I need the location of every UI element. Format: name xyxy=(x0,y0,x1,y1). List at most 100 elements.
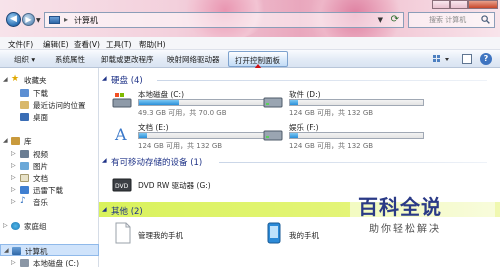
system-properties-button[interactable]: 系统属性 xyxy=(55,54,85,65)
hard-disk-icon xyxy=(263,97,283,108)
nav-favorites[interactable]: ◢ ★ 收藏夹 xyxy=(0,74,99,86)
search-icon[interactable] xyxy=(481,15,490,24)
menu-file[interactable]: 文件(F) xyxy=(8,39,33,50)
nav-libraries-label: 库 xyxy=(24,137,32,146)
menu-tools[interactable]: 工具(T) xyxy=(106,39,131,50)
font-drive-icon: A xyxy=(114,125,127,143)
search-input[interactable]: 搜索 计算机 xyxy=(408,12,495,28)
chevron-down-icon[interactable]: ▼ xyxy=(378,16,383,24)
change-view-icon[interactable] xyxy=(432,53,452,65)
dvd-drive-icon: DVD xyxy=(112,178,132,192)
drive-free-space: 124 GB 可用，共 132 GB xyxy=(289,142,374,150)
manage-phone-item[interactable]: 管理我的手机 xyxy=(112,222,262,246)
expand-icon[interactable]: ▷ xyxy=(11,259,16,266)
desktop-icon xyxy=(20,113,29,121)
drive-e[interactable]: A 文档 (E:) 124 GB 可用，共 132 GB xyxy=(112,122,282,152)
computer-icon xyxy=(12,247,21,255)
navigation-pane: ◢ ★ 收藏夹 下载 最近访问的位置 桌面 ◢ 库 ▷ 视频 ▷ 图片 ▷ 文档… xyxy=(0,68,99,267)
drive-g[interactable]: DVD DVD RW 驱动器 (G:) xyxy=(112,173,282,197)
refresh-icon[interactable]: ⟳ xyxy=(391,14,399,25)
capacity-bar xyxy=(138,99,273,106)
hard-disk-icon xyxy=(20,259,29,267)
capacity-bar xyxy=(289,99,424,106)
nav-desktop-label: 桌面 xyxy=(33,113,48,122)
other-item-label: 管理我的手机 xyxy=(138,231,183,240)
watermark-logo: 百科全说 xyxy=(358,195,442,219)
nav-homegroup[interactable]: ▷ 家庭组 xyxy=(0,220,99,232)
nav-computer-label: 计算机 xyxy=(25,247,48,256)
nav-recent-label: 最近访问的位置 xyxy=(33,101,86,110)
menu-help[interactable]: 帮助(H) xyxy=(139,39,166,50)
nav-videos-label: 视频 xyxy=(33,150,48,159)
menu-view[interactable]: 查看(V) xyxy=(74,39,100,50)
menu-bar: 文件(F) 编辑(E) 查看(V) 工具(T) 帮助(H) xyxy=(0,37,500,50)
videos-icon xyxy=(20,150,29,158)
nav-thunder[interactable]: ▷ 迅雷下载 xyxy=(0,184,99,196)
collapse-icon[interactable]: ◢ xyxy=(102,75,107,82)
preview-pane-icon[interactable] xyxy=(462,54,472,64)
group-other-title: 其他 (2) xyxy=(111,207,143,217)
nav-downloads[interactable]: 下载 xyxy=(0,87,99,99)
menu-edit[interactable]: 编辑(E) xyxy=(43,39,69,50)
nav-desktop[interactable]: 桌面 xyxy=(0,111,99,123)
history-dropdown-icon[interactable]: ▼ xyxy=(36,17,41,24)
capacity-bar xyxy=(289,132,424,139)
address-bar[interactable]: ▸ 计算机 ▼ ⟳ xyxy=(44,12,404,28)
expand-icon[interactable]: ▷ xyxy=(11,150,16,157)
back-button[interactable]: ◀ xyxy=(6,12,21,27)
nav-documents-label: 文档 xyxy=(33,174,48,183)
map-network-drive-button[interactable]: 映射网络驱动器 xyxy=(167,54,220,65)
windows-drive-icon xyxy=(112,93,132,108)
divider xyxy=(157,80,487,81)
nav-local-disk-c[interactable]: ▷ 本地磁盘 (C:) xyxy=(0,257,99,267)
watermark-tagline: 助你轻松解决 xyxy=(369,224,441,235)
nav-pictures[interactable]: ▷ 图片 xyxy=(0,160,99,172)
nav-downloads-label: 下载 xyxy=(33,89,48,98)
library-icon xyxy=(11,137,20,145)
group-hard-disks-title: 硬盘 (4) xyxy=(111,76,143,86)
collapse-icon[interactable]: ◢ xyxy=(102,206,107,213)
nav-music[interactable]: ▷ ♪ 音乐 xyxy=(0,196,99,208)
maximize-button[interactable] xyxy=(450,0,468,9)
nav-thunder-label: 迅雷下载 xyxy=(33,186,63,195)
nav-computer[interactable]: ◢ 计算机 xyxy=(0,244,99,256)
drive-free-space: 49.3 GB 可用，共 70.0 GB xyxy=(138,109,227,117)
minimize-button[interactable] xyxy=(432,0,450,9)
close-button[interactable] xyxy=(468,0,498,9)
expand-icon[interactable]: ▷ xyxy=(11,174,16,181)
capacity-fill xyxy=(139,100,179,105)
nav-libraries[interactable]: ◢ 库 xyxy=(0,135,99,147)
homegroup-icon xyxy=(11,222,20,230)
svg-text:A: A xyxy=(114,125,127,143)
phone-icon xyxy=(267,222,281,244)
thunder-download-icon xyxy=(20,186,29,194)
nav-videos[interactable]: ▷ 视频 xyxy=(0,148,99,160)
drive-d[interactable]: 软件 (D:) 124 GB 可用，共 132 GB xyxy=(263,89,433,119)
help-icon[interactable]: ? xyxy=(480,53,492,65)
expand-icon[interactable]: ▷ xyxy=(11,198,16,205)
nav-recent[interactable]: 最近访问的位置 xyxy=(0,99,99,111)
uninstall-program-button[interactable]: 卸载或更改程序 xyxy=(101,54,154,65)
drive-f[interactable]: 娱乐 (F:) 124 GB 可用，共 132 GB xyxy=(263,122,433,152)
content-area: ◢ 硬盘 (4) 本地磁盘 (C:) 49.3 GB 可用，共 70.0 GB … xyxy=(99,68,500,267)
drive-c[interactable]: 本地磁盘 (C:) 49.3 GB 可用，共 70.0 GB xyxy=(112,89,282,119)
collapse-icon[interactable]: ◢ xyxy=(3,137,8,144)
drive-free-space: 124 GB 可用，共 132 GB xyxy=(138,142,223,150)
forward-button[interactable]: ▶ xyxy=(22,13,35,26)
pictures-icon xyxy=(20,162,29,170)
expand-icon[interactable]: ▷ xyxy=(11,186,16,193)
expand-icon[interactable]: ▷ xyxy=(11,162,16,169)
nav-local-disk-c-label: 本地磁盘 (C:) xyxy=(33,259,79,267)
group-hard-disks[interactable]: ◢ 硬盘 (4) xyxy=(99,72,500,86)
capacity-bar xyxy=(138,132,273,139)
recent-places-icon xyxy=(20,101,29,109)
collapse-icon[interactable]: ◢ xyxy=(3,76,8,83)
collapse-icon[interactable]: ◢ xyxy=(102,157,107,164)
group-removable[interactable]: ◢ 有可移动存储的设备 (1) xyxy=(99,154,500,168)
breadcrumb-current[interactable]: 计算机 xyxy=(74,15,98,26)
organize-button[interactable]: 组织 ▾ xyxy=(14,54,35,65)
nav-documents[interactable]: ▷ 文档 xyxy=(0,172,99,184)
collapse-icon[interactable]: ◢ xyxy=(4,247,9,254)
breadcrumb-separator[interactable]: ▸ xyxy=(64,15,68,24)
expand-icon[interactable]: ▷ xyxy=(3,222,8,229)
